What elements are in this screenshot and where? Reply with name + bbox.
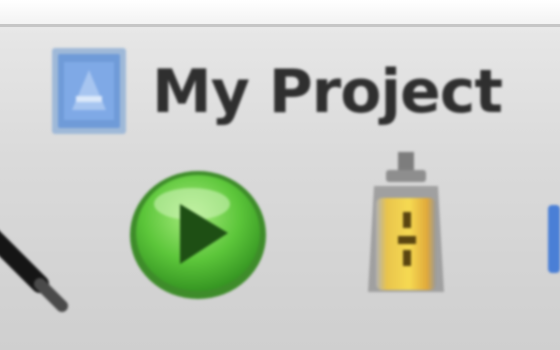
project-document-icon [50,48,128,134]
run-button[interactable] [126,166,270,304]
window-toolbar: My Project [0,0,560,350]
edit-tool-button[interactable] [0,200,90,320]
lock-button[interactable] [360,152,452,302]
toolbar-top-rim [0,0,560,27]
play-icon [126,171,270,308]
partial-blue-icon [544,205,560,277]
pencil-icon [0,231,90,324]
project-selector[interactable]: My Project [40,48,510,140]
project-name-label: My Project [152,57,503,127]
partial-toolbar-button[interactable] [544,205,560,273]
lock-icon [360,152,452,306]
